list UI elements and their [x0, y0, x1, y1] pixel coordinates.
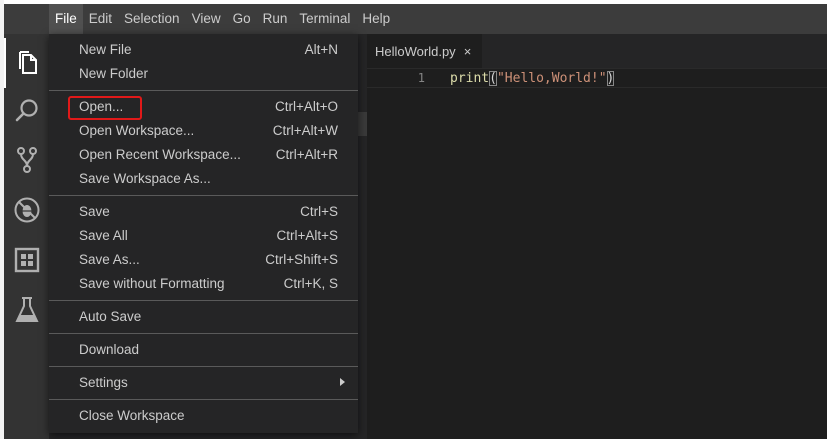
debug-icon[interactable]: [4, 185, 49, 235]
menu-item-auto-save[interactable]: Auto Save: [49, 304, 358, 328]
menu-item-close-workspace[interactable]: Close Workspace: [49, 403, 358, 427]
extensions-icon[interactable]: [4, 235, 49, 285]
code-function-token: print: [450, 71, 490, 86]
menu-separator: [49, 300, 358, 301]
search-icon[interactable]: [4, 86, 49, 136]
menu-item-shortcut: Ctrl+S: [300, 203, 338, 219]
menu-item-label: Open...: [79, 98, 124, 114]
menu-item-open[interactable]: Open... Ctrl+Alt+O: [49, 94, 358, 118]
menu-item-label: Save: [79, 203, 110, 219]
code-string-token: "Hello,World!": [496, 71, 607, 86]
menu-item-label: Save without Formatting: [79, 275, 225, 291]
menubar: File Edit Selection View Go Run Terminal…: [4, 4, 827, 34]
menu-item-download[interactable]: Download: [49, 337, 358, 361]
menu-item-label: New File: [79, 41, 132, 57]
menu-item-shortcut: Alt+N: [304, 41, 338, 57]
menu-item-label: Save Workspace As...: [79, 170, 211, 186]
menu-item-shortcut: Ctrl+K, S: [283, 275, 338, 291]
code-text[interactable]: print("Hello,World!"): [450, 69, 615, 89]
code-close-paren: ): [606, 71, 615, 86]
source-control-icon[interactable]: [4, 135, 49, 185]
menu-item-label: Open Workspace...: [79, 122, 195, 138]
menu-file[interactable]: File: [49, 4, 83, 34]
menu-item-save-without-formatting[interactable]: Save without Formatting Ctrl+K, S: [49, 271, 358, 295]
menu-selection[interactable]: Selection: [118, 4, 186, 34]
menu-edit[interactable]: Edit: [83, 4, 118, 34]
menu-item-new-folder[interactable]: New Folder: [49, 61, 358, 85]
menu-item-label: Auto Save: [79, 308, 142, 324]
menu-view[interactable]: View: [186, 4, 227, 34]
file-menu-dropdown: New File Alt+N New Folder Open... Ctrl+A…: [49, 34, 358, 433]
close-icon[interactable]: ×: [464, 44, 472, 59]
menu-item-open-workspace[interactable]: Open Workspace... Ctrl+Alt+W: [49, 118, 358, 142]
menu-separator: [49, 399, 358, 400]
tab-label: HelloWorld.py: [375, 43, 456, 59]
menu-separator: [49, 333, 358, 334]
menu-item-label: Download: [79, 341, 140, 357]
menu-separator: [49, 90, 358, 91]
editor-area: HelloWorld.py × 1 print("Hello,World!"): [367, 34, 827, 439]
menu-item-save[interactable]: Save Ctrl+S: [49, 199, 358, 223]
menu-item-label: Open Recent Workspace...: [79, 146, 241, 162]
test-flask-icon[interactable]: [4, 285, 49, 335]
menu-item-shortcut: Ctrl+Alt+O: [274, 98, 338, 114]
files-icon[interactable]: [4, 38, 49, 88]
menu-go[interactable]: Go: [227, 4, 257, 34]
menu-item-save-as[interactable]: Save As... Ctrl+Shift+S: [49, 247, 358, 271]
menu-run[interactable]: Run: [257, 4, 294, 34]
line-number: 1: [417, 71, 425, 85]
menu-help[interactable]: Help: [356, 4, 396, 34]
menu-item-save-all[interactable]: Save All Ctrl+Alt+S: [49, 223, 358, 247]
code-open-paren: (: [489, 71, 497, 86]
side-panel-scrollbar[interactable]: [358, 112, 367, 136]
menu-item-label: Save As...: [79, 251, 140, 267]
tab-helloworld[interactable]: HelloWorld.py ×: [367, 34, 482, 68]
editor-tabbar: HelloWorld.py ×: [367, 34, 827, 68]
menu-terminal[interactable]: Terminal: [293, 4, 356, 34]
submenu-arrow-icon: [340, 378, 345, 386]
menu-item-label: Save All: [79, 227, 128, 243]
menu-item-open-recent-workspace[interactable]: Open Recent Workspace... Ctrl+Alt+R: [49, 142, 358, 166]
menu-item-settings[interactable]: Settings: [49, 370, 358, 394]
menu-item-shortcut: Ctrl+Alt+R: [275, 146, 338, 162]
activity-bar: [4, 34, 49, 439]
menubar-spacer: [4, 4, 49, 34]
menu-item-label: New Folder: [79, 65, 149, 81]
menu-item-shortcut: Ctrl+Alt+W: [272, 122, 338, 138]
menu-item-shortcut: Ctrl+Alt+S: [276, 227, 338, 243]
menu-item-label: Close Workspace: [79, 407, 185, 423]
menu-item-new-file[interactable]: New File Alt+N: [49, 37, 358, 61]
menu-separator: [49, 366, 358, 367]
menu-item-save-workspace-as[interactable]: Save Workspace As...: [49, 166, 358, 190]
menu-item-shortcut: Ctrl+Shift+S: [265, 251, 338, 267]
menu-separator: [49, 195, 358, 196]
menu-item-label: Settings: [79, 374, 128, 390]
code-line[interactable]: 1 print("Hello,World!"): [367, 68, 827, 88]
ide-window: File Edit Selection View Go Run Terminal…: [0, 0, 827, 439]
